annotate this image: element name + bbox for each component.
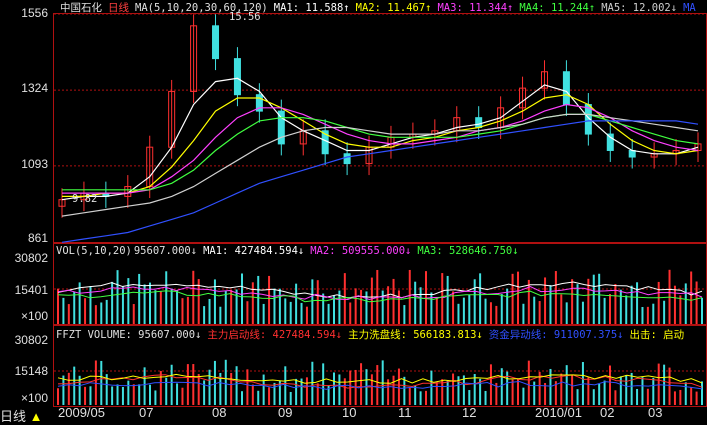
price-header: 中国石化 日线 MA(5,10,20,30,60,120) MA1: 11.588↑ M… xyxy=(60,0,702,15)
x-label-02: 02 xyxy=(600,405,615,420)
volume-header: VOL(5,10,20) 95607.000↓ MA1: 427484.594↓ MA… xyxy=(56,245,525,257)
main-wash-line: 主力洗盘线: 566183.813↓ xyxy=(348,329,483,341)
candle-body xyxy=(475,117,483,129)
vol-ma2: MA2: 509555.000↓ xyxy=(310,245,412,257)
ffzt-header: FFZT VOLUME: 95607.000↓ 主力启动线: 427484.594… xyxy=(56,327,690,342)
ma4-value: MA4: 11.244↑ xyxy=(519,2,596,14)
price-axis-1324: 1324 xyxy=(21,81,48,95)
x-label-07: 07 xyxy=(139,405,154,420)
chart-canvas[interactable] xyxy=(0,0,707,424)
period-button[interactable]: 日线 ▲ xyxy=(0,406,43,424)
ffzt-axis-unit: ×100 xyxy=(20,391,48,405)
price-axis-1556: 1556 xyxy=(21,6,48,20)
ffzt-axis-max: 30802 xyxy=(14,333,48,347)
ma1-value: MA1: 11.588↑ xyxy=(273,2,350,14)
x-label-2009-05: 2009/05 xyxy=(58,405,105,420)
candle-body xyxy=(343,153,351,165)
ffzt-name: FFZT VOLUME: 95607.000↓ xyxy=(56,329,202,341)
vol-axis-max: 30802 xyxy=(14,251,48,265)
main-start-line: 主力启动线: 427484.594↓ xyxy=(207,329,343,341)
candle-body xyxy=(628,149,636,158)
exit-signal: 出击: 启动 xyxy=(629,329,685,341)
ffzt-axis-mid: 15148 xyxy=(14,364,48,378)
x-label-2010-01: 2010/01 xyxy=(535,405,582,420)
x-label-11: 11 xyxy=(398,405,412,420)
ma-line-ma6 xyxy=(61,120,699,243)
ma5-value: MA5: 12.002↓ xyxy=(601,2,678,14)
x-label-10: 10 xyxy=(342,405,357,420)
vol-value: 95607.000↓ xyxy=(133,245,198,257)
x-label-03: 03 xyxy=(648,405,663,420)
period-dropdown-icon: ▲ xyxy=(29,409,43,424)
candle-body xyxy=(233,58,241,96)
ma-line-ma1 xyxy=(61,77,699,201)
vol-axis-mid: 15401 xyxy=(14,283,48,297)
vol-ma1: MA1: 427484.594↓ xyxy=(203,245,305,257)
ma2-value: MA2: 11.467↑ xyxy=(355,2,432,14)
low-annotation: 9.82 xyxy=(72,193,98,205)
x-label-12: 12 xyxy=(462,405,477,420)
ma6-value: MA xyxy=(683,2,696,14)
fund-flow-line: 资金异动线: 911007.375↓ xyxy=(488,329,624,341)
period-label: 日线 xyxy=(108,2,129,14)
price-axis-1093: 1093 xyxy=(21,157,48,171)
x-label-08: 08 xyxy=(212,405,227,420)
ma3-value: MA3: 11.344↑ xyxy=(437,2,514,14)
price-axis-861: 861 xyxy=(27,231,48,245)
candle-body xyxy=(562,71,570,106)
candle-body xyxy=(212,25,220,60)
vol-axis-unit: ×100 xyxy=(20,309,48,323)
ma-line-ma2 xyxy=(62,94,699,197)
period-button-label: 日线 xyxy=(0,409,27,424)
high-annotation: 15.56 xyxy=(229,11,261,23)
vol-ma3: MA3: 528646.750↓ xyxy=(417,245,519,257)
x-label-09: 09 xyxy=(278,405,293,420)
vol-params: VOL(5,10,20) xyxy=(56,245,132,257)
stock-name: 中国石化 xyxy=(60,2,102,14)
